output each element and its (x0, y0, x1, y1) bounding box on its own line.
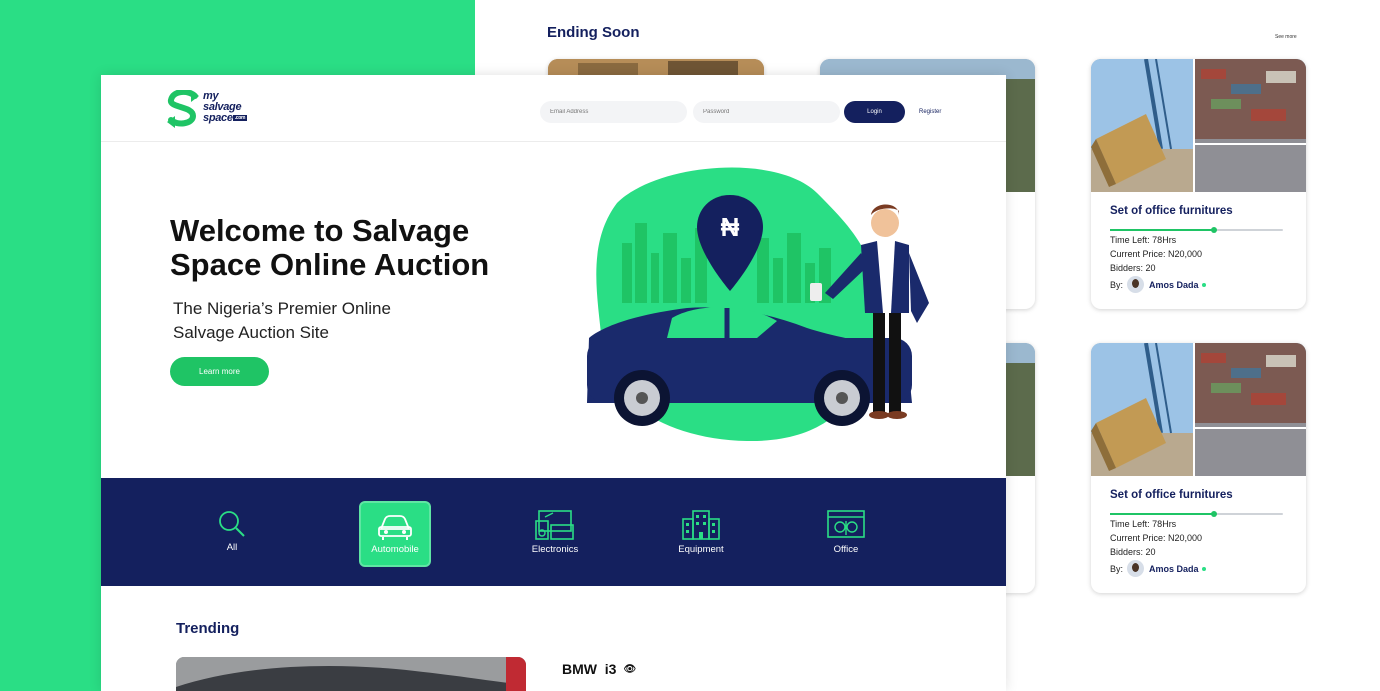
seller-name[interactable]: Amos Dada (1149, 564, 1199, 574)
register-link[interactable]: Register (919, 109, 941, 115)
logo-wordmark: my salvage space .com (203, 90, 248, 124)
password-field[interactable] (693, 101, 840, 123)
learn-more-button[interactable]: Learn more (170, 357, 269, 386)
time-progress-fill (1110, 229, 1214, 231)
avatar[interactable] (1127, 560, 1145, 577)
office-icon (827, 510, 865, 538)
see-more-link[interactable]: See more (1275, 34, 1297, 40)
category-label: Office (833, 544, 859, 555)
car-icon (378, 515, 412, 540)
time-left: Time Left: 78Hrs (1110, 519, 1177, 529)
hero-title: Welcome to Salvage Space Online Auction (170, 213, 490, 282)
electronics-icon (535, 510, 574, 540)
trending-title: Trending (176, 620, 240, 637)
time-progress-handle (1210, 227, 1217, 233)
auction-card[interactable]: Set of office furnitures Time Left: 78Hr… (1091, 343, 1306, 593)
trending-item-title: BMW i3 (562, 661, 617, 677)
hero-subtitle: The Nigeria’s Premier Online Salvage Auc… (173, 299, 391, 342)
time-progress-bar (1110, 227, 1283, 233)
time-progress-fill (1110, 513, 1214, 515)
auction-card-title[interactable]: Set of office furnitures (1110, 489, 1287, 501)
logo-s-icon (167, 88, 199, 128)
category-equipment[interactable]: Equipment (665, 501, 737, 567)
auction-card-image (1091, 59, 1306, 192)
time-progress-handle (1210, 511, 1217, 517)
auction-card[interactable]: Set of office furnitures Time Left: 78Hr… (1091, 59, 1306, 309)
current-price: Current Price: N20,000 (1110, 533, 1203, 543)
building-icon (682, 510, 720, 540)
site-logo[interactable]: my salvage space .com (165, 88, 265, 130)
bidders-count: Bidders: 20 (1110, 547, 1156, 557)
category-office[interactable]: Office (810, 501, 882, 567)
ending-soon-title: Ending Soon (547, 24, 640, 41)
by-label: By: (1110, 563, 1124, 574)
category-all[interactable]: All (196, 501, 268, 567)
email-field[interactable] (540, 101, 687, 123)
category-label: Electronics (531, 544, 579, 555)
seller-row: By: Amos Dada (1110, 560, 1287, 577)
trending-item-name[interactable]: BMW i3 👁 (562, 661, 636, 677)
by-label: By: (1110, 279, 1124, 290)
current-price: Current Price: N20,000 (1110, 249, 1203, 259)
naira-pin-icon: ₦ (721, 212, 740, 242)
seller-name[interactable]: Amos Dada (1149, 280, 1199, 290)
category-electronics[interactable]: Electronics (519, 501, 591, 567)
online-status-icon (1201, 566, 1206, 571)
auction-card-title[interactable]: Set of office furnitures (1110, 205, 1287, 217)
category-label: All (226, 542, 238, 553)
eye-icon: 👁 (623, 663, 637, 675)
avatar[interactable] (1127, 276, 1145, 293)
time-progress-bar (1110, 511, 1283, 517)
login-button[interactable]: Login (844, 101, 905, 123)
seller-row: By: Amos Dada (1110, 276, 1287, 293)
header: my salvage space.com Login Register (101, 75, 1006, 142)
search-icon (219, 511, 245, 537)
hero-car-illustration: ₦ (587, 167, 929, 442)
home-page-panel: my salvage space.com Login Register Welc… (101, 75, 1006, 691)
category-label: Equipment (678, 544, 724, 555)
time-left: Time Left: 78Hrs (1110, 235, 1177, 245)
category-automobile[interactable]: Automobile (359, 501, 431, 567)
trending-item-image[interactable] (176, 657, 526, 691)
online-status-icon (1201, 282, 1206, 287)
bidders-count: Bidders: 20 (1110, 263, 1156, 273)
category-bar: All Automobile Electronics Equipment Off… (101, 478, 1006, 586)
category-label: Automobile (371, 544, 419, 555)
auction-card-image (1091, 343, 1306, 476)
